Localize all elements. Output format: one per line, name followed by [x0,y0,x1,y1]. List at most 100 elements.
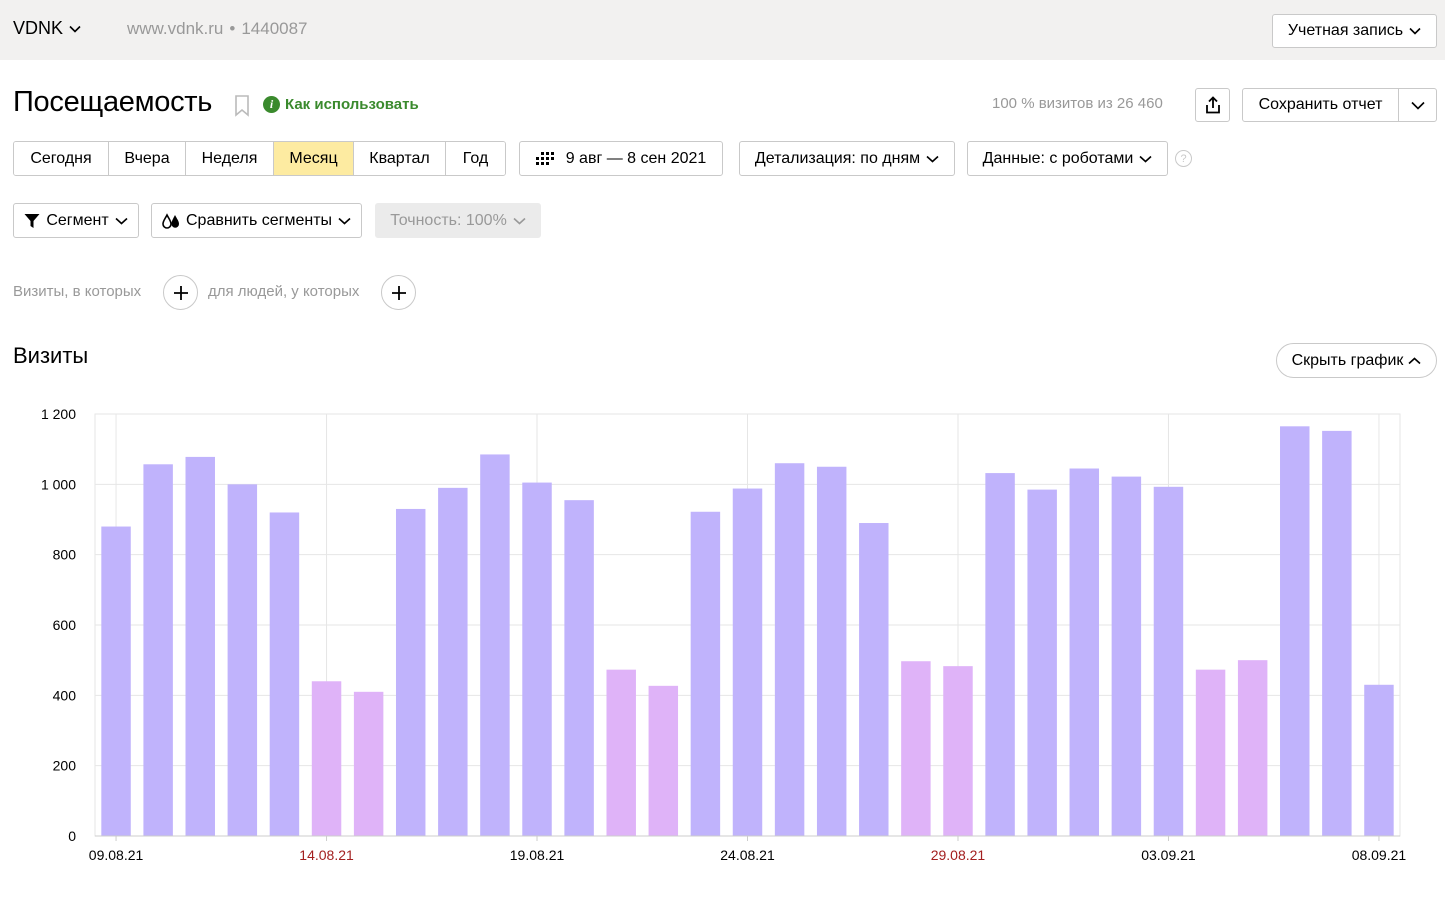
chart-bar[interactable] [985,473,1015,836]
account-label: Учетная запись [1287,22,1404,39]
compare-drops-icon [162,212,179,229]
period-week[interactable]: Неделя [186,142,274,175]
chart-bar[interactable] [1237,660,1268,836]
save-report-button[interactable]: Сохранить отчет [1242,88,1399,122]
bookmark-icon[interactable] [234,95,250,117]
chart-bar[interactable] [1153,486,1184,836]
chart-bar[interactable] [732,488,763,836]
chart-bar[interactable] [438,487,468,836]
chart-bar[interactable] [1195,669,1226,836]
share-icon [1205,96,1220,114]
date-range-button[interactable]: 9 авг — 8 сен 2021 [519,141,723,176]
counter-id: 1440087 [241,19,308,38]
chart-bar[interactable] [943,666,973,836]
chart-bar[interactable] [227,484,258,836]
export-button[interactable] [1195,88,1230,122]
chart-bar[interactable] [1069,468,1100,836]
chart-bar[interactable] [395,508,426,836]
chart-bar[interactable] [311,681,342,836]
save-options-button[interactable] [1398,88,1437,122]
accuracy-label: Точность: 100% [390,211,507,229]
chart-bar[interactable] [606,669,636,836]
period-today[interactable]: Сегодня [14,142,109,175]
chevron-down-icon [1410,101,1425,110]
chart-title: Визиты [13,343,89,368]
chart-bar[interactable] [1364,684,1394,836]
accuracy-dropdown[interactable]: Точность: 100% [375,203,541,238]
visits-total: 100 % визитов из 26 460 [992,95,1163,112]
chart-bar[interactable] [269,512,300,836]
chart-bar[interactable] [774,463,805,836]
add-people-condition-button[interactable] [381,275,416,310]
y-axis: 0 200 400 600 800 1 000 1 200 [41,406,76,844]
y-tick-label: 400 [53,687,77,703]
visits-filter-label: Визиты, в которых [13,283,142,300]
chart-bar[interactable] [859,523,889,836]
calendar-icon [535,151,554,165]
chart-bar[interactable] [480,454,510,836]
x-tick-label: 24.08.21 [720,847,775,863]
chart-bar[interactable] [690,511,721,836]
detail-dropdown[interactable]: Детализация: по дням [739,141,955,176]
hide-chart-button[interactable]: Скрыть график [1276,343,1437,378]
chart-bar[interactable] [1322,430,1352,836]
chart-bar[interactable] [1111,476,1142,836]
chart-bar[interactable] [143,464,173,836]
how-to-use-link[interactable]: i Как использовать [263,96,419,113]
hide-chart-label: Скрыть график [1291,351,1404,369]
plus-icon [391,285,406,300]
compare-label: Сравнить сегменты [185,211,333,229]
data-mode-dropdown[interactable]: Данные: с роботами [967,141,1168,176]
site-url: www.vdnk.ru [127,19,224,38]
chevron-down-icon [513,217,526,225]
chevron-down-icon [338,217,351,225]
y-tick-label: 200 [53,758,77,774]
separator-dot: • [229,19,236,38]
detail-label: Детализация: по дням [754,149,921,167]
help-icon[interactable]: ? [1175,150,1192,167]
chevron-down-icon [1139,155,1152,163]
account-button[interactable]: Учетная запись [1272,14,1437,48]
people-filter-label: для людей, у которых [208,283,360,300]
y-tick-label: 0 [68,828,76,844]
chart-bar[interactable] [1027,489,1057,836]
period-selector: Сегодня Вчера Неделя Месяц Квартал Год [13,141,506,176]
chart-bar[interactable] [564,500,594,836]
segment-dropdown[interactable]: Сегмент [13,203,139,238]
chart-bar[interactable] [353,691,384,836]
chart-bar[interactable] [185,456,215,836]
visits-bar-chart: 0 200 400 600 800 1 000 1 200 09.08.21 14.08.21… [41,406,1407,863]
segment-label: Сегмент [46,211,109,229]
filter-icon [24,213,40,228]
site-selector[interactable]: VDNK [13,18,81,39]
y-tick-label: 600 [53,617,77,633]
y-tick-label: 800 [53,547,77,563]
chevron-down-icon [1409,27,1421,35]
top-bar: VDNK www.vdnk.ru • 1440087 Учетная запись [0,0,1445,60]
how-to-use-label: Как использовать [285,96,419,113]
x-tick-label: 29.08.21 [931,847,986,863]
date-range-label: 9 авг — 8 сен 2021 [565,149,707,167]
chart-bar[interactable] [648,685,679,836]
page-title: Посещаемость [13,86,213,118]
x-tick-label: 08.09.21 [1352,847,1407,863]
chart-bar[interactable] [901,661,931,836]
site-info: www.vdnk.ru • 1440087 [127,19,308,39]
period-yesterday[interactable]: Вчера [109,142,186,175]
period-month[interactable]: Месяц [274,142,354,175]
x-tick-label: 03.09.21 [1141,847,1196,863]
x-tick-label: 19.08.21 [510,847,565,863]
chart-bar[interactable] [522,482,552,836]
period-quarter[interactable]: Квартал [354,142,446,175]
chevron-up-icon [1408,356,1421,364]
y-tick-label: 1 000 [41,476,76,492]
compare-segments-dropdown[interactable]: Сравнить сегменты [151,203,362,238]
y-tick-label: 1 200 [41,406,76,422]
chart-bar[interactable] [816,466,847,836]
data-mode-label: Данные: с роботами [982,149,1134,167]
period-year[interactable]: Год [446,142,505,175]
chart-bar[interactable] [1280,426,1310,836]
add-visit-condition-button[interactable] [163,275,198,310]
chart-bar[interactable] [101,526,131,836]
chevron-down-icon [926,155,939,163]
